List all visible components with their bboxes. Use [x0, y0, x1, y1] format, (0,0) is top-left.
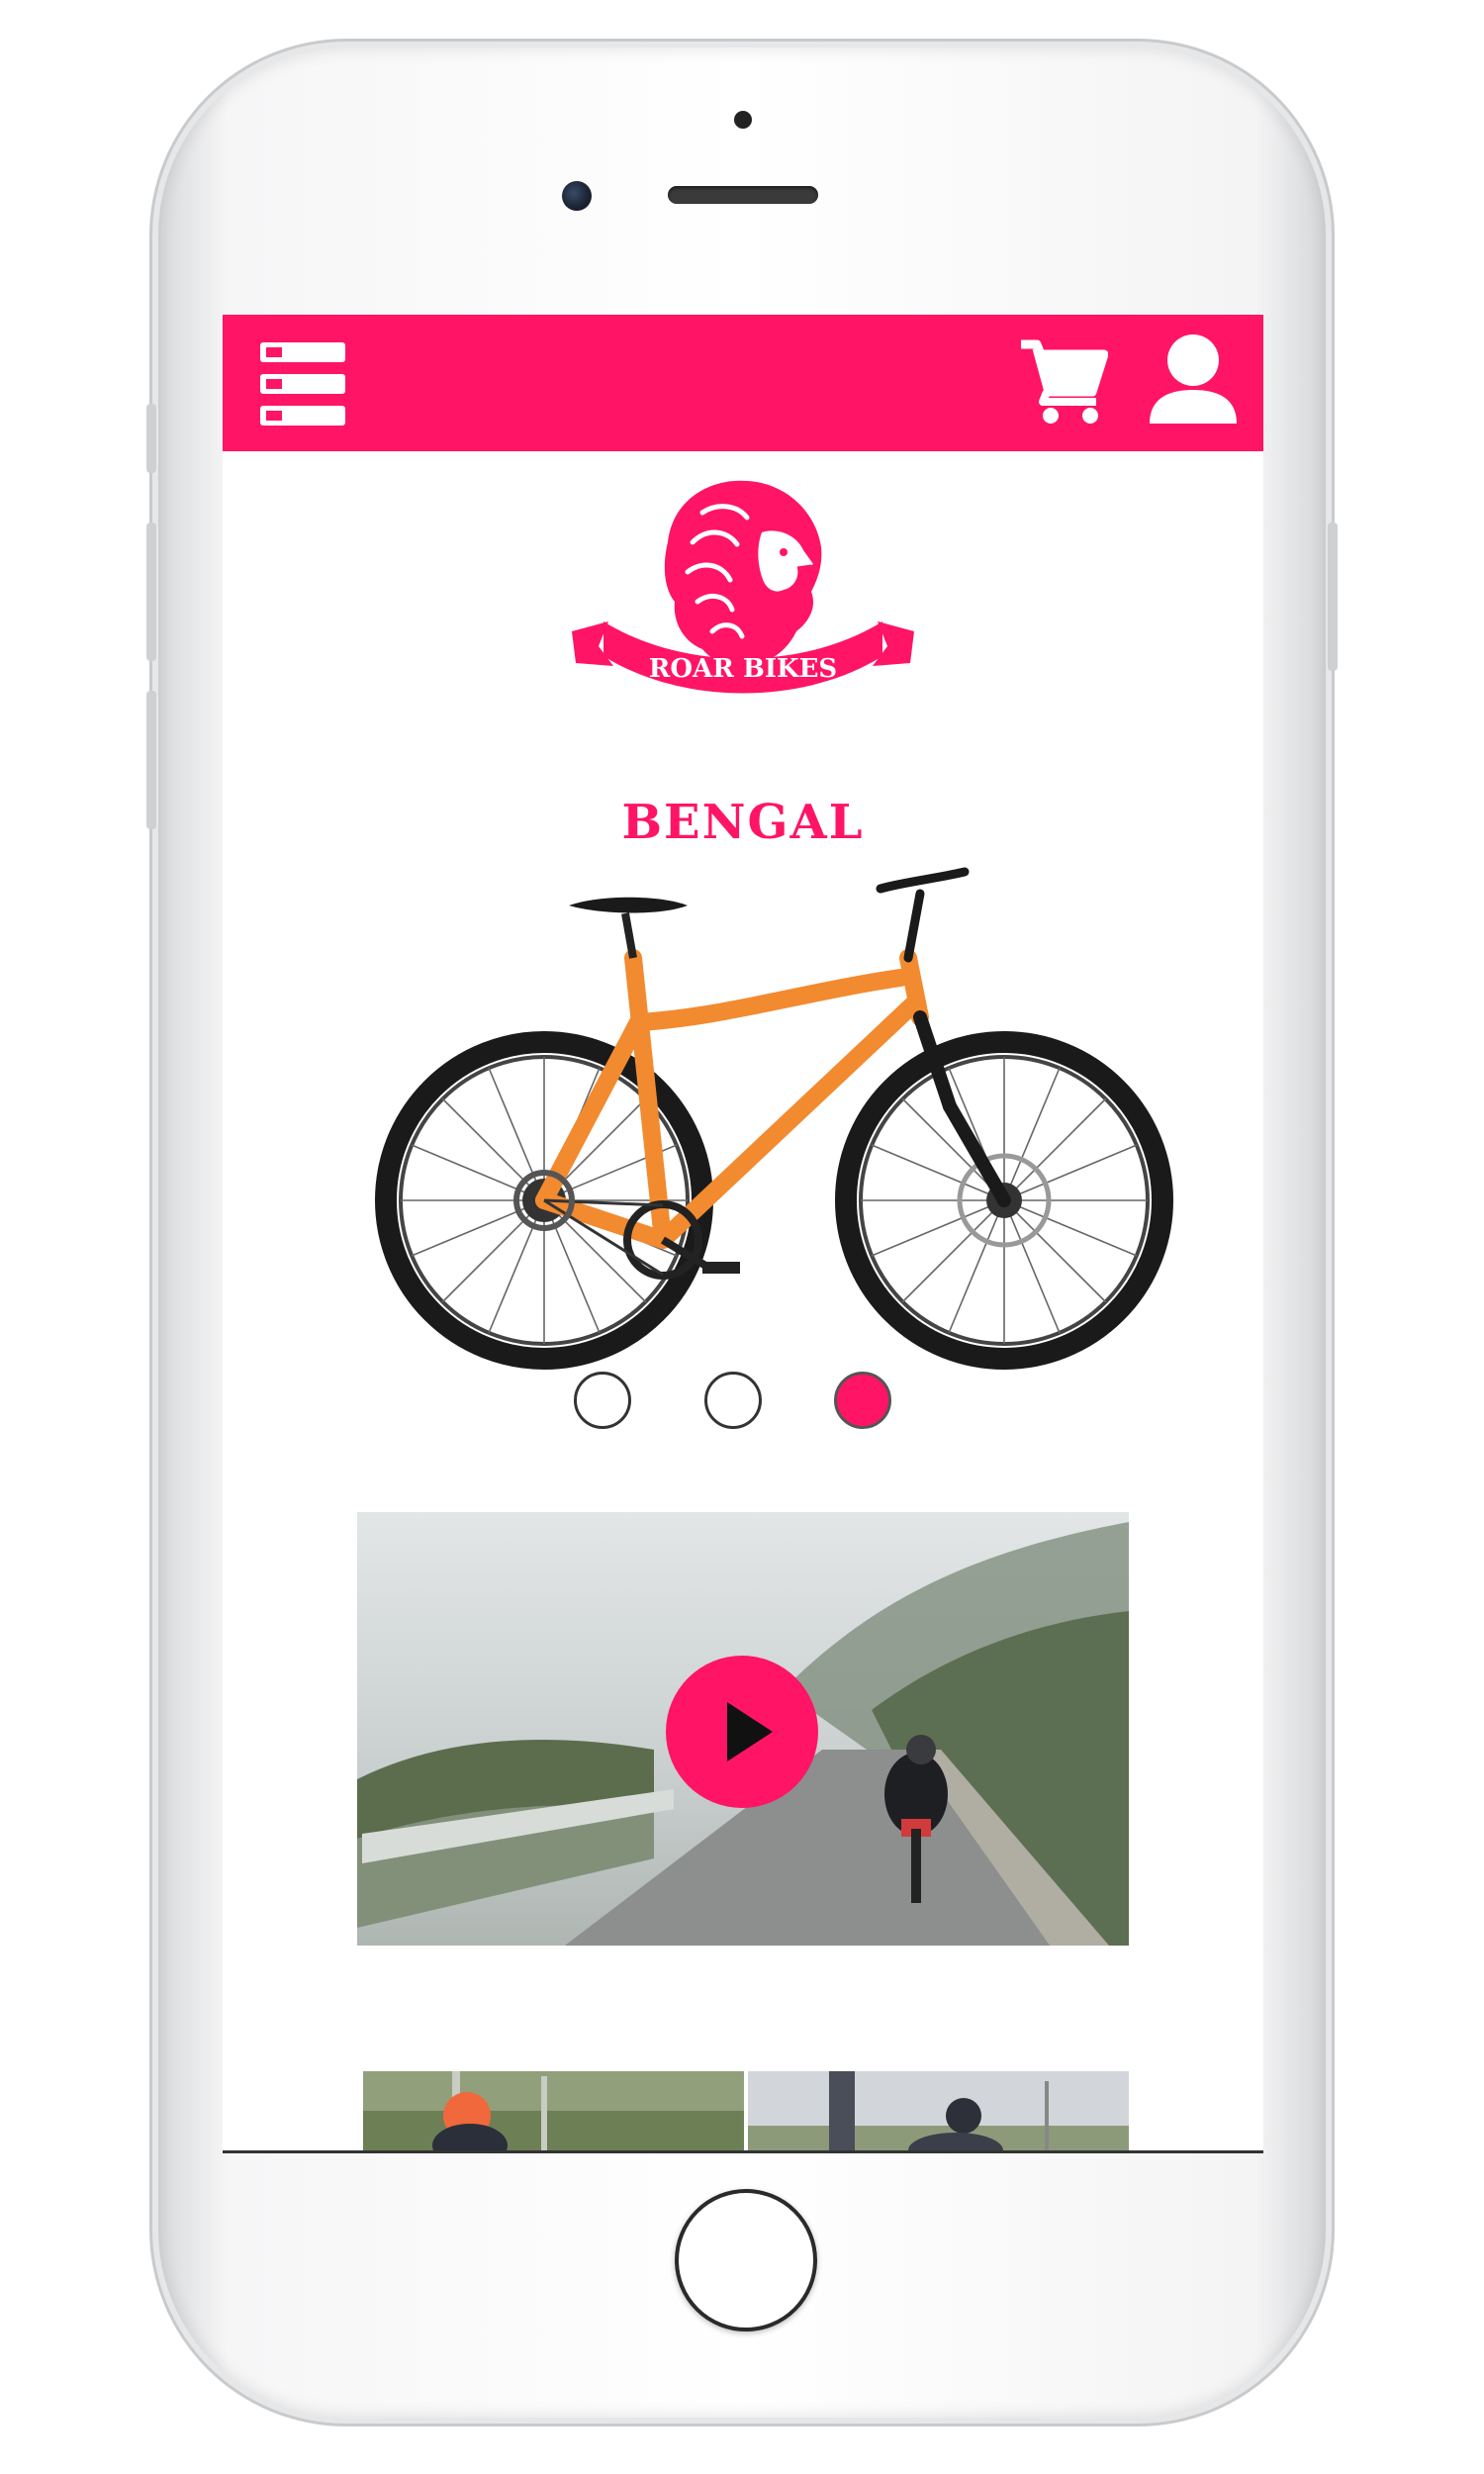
product-image-bike[interactable] [366, 854, 1177, 1379]
carousel-indicators [574, 1372, 910, 1441]
top-navigation-bar [223, 315, 1263, 451]
lion-head-icon [664, 480, 822, 668]
video-player[interactable] [357, 1512, 1129, 1946]
carousel-dot-3-active[interactable] [834, 1372, 891, 1429]
shopping-cart-icon[interactable] [1019, 336, 1108, 426]
earpiece-speaker [668, 186, 818, 204]
front-camera [562, 181, 592, 211]
screen-edge [223, 2150, 1263, 2153]
frame [535, 949, 929, 1249]
brand-name: ROAR BIKES [649, 654, 837, 684]
gallery-thumb-2[interactable] [748, 2071, 1129, 2153]
mute-switch [146, 404, 156, 473]
volume-down-button [146, 691, 156, 829]
power-button [1328, 523, 1338, 671]
home-button[interactable] [675, 2189, 817, 2331]
menu-list-icon[interactable] [260, 342, 345, 426]
gallery-thumb-1[interactable] [363, 2071, 744, 2153]
roar-bikes-logo: ROAR BIKES [572, 480, 914, 694]
carousel-dot-2[interactable] [704, 1372, 762, 1429]
carousel-dot-1[interactable] [574, 1372, 631, 1429]
app-screen: ROAR BIKES BENGAL [223, 315, 1263, 2153]
user-account-icon[interactable] [1148, 333, 1239, 428]
product-title: BENGAL [621, 795, 865, 850]
photo-gallery [363, 2071, 1129, 2153]
proximity-sensor [734, 111, 752, 129]
seat [569, 897, 688, 959]
play-icon[interactable] [666, 1656, 818, 1808]
volume-up-button [146, 523, 156, 661]
handlebar [876, 867, 970, 963]
